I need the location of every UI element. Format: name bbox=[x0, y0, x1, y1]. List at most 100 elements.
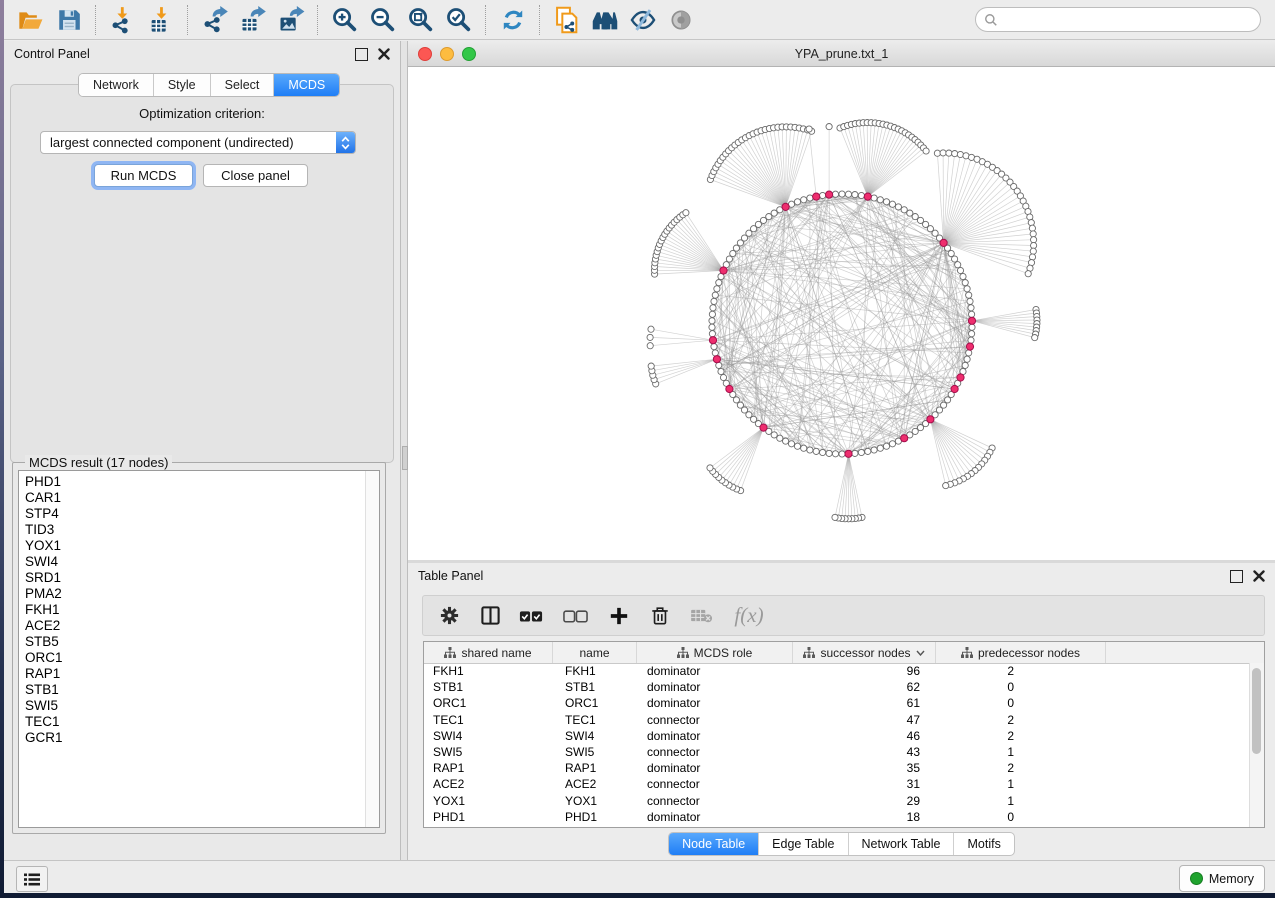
network-leaf-node[interactable] bbox=[647, 334, 653, 340]
mcds-result-item[interactable]: SWI4 bbox=[25, 554, 365, 570]
network-node[interactable] bbox=[883, 199, 889, 205]
mcds-result-scrollbar[interactable] bbox=[365, 471, 379, 827]
mcds-result-item[interactable]: STB5 bbox=[25, 634, 365, 650]
table-row[interactable]: STB1STB1dominator620 bbox=[424, 679, 1250, 695]
network-node[interactable] bbox=[801, 445, 807, 451]
table-cell[interactable]: RAP1 bbox=[553, 761, 637, 775]
network-node[interactable] bbox=[966, 350, 972, 356]
network-node[interactable] bbox=[832, 451, 838, 457]
network-leaf-node[interactable] bbox=[1030, 248, 1036, 254]
network-node[interactable] bbox=[877, 197, 883, 203]
mcds-hub-node[interactable] bbox=[957, 374, 964, 381]
table-scrollbar-thumb[interactable] bbox=[1252, 668, 1261, 754]
tab-style[interactable]: Style bbox=[154, 74, 211, 96]
network-node[interactable] bbox=[709, 311, 715, 317]
network-node[interactable] bbox=[709, 318, 715, 324]
network-node[interactable] bbox=[801, 197, 807, 203]
network-node[interactable] bbox=[967, 298, 973, 304]
tab-select[interactable]: Select bbox=[211, 74, 275, 96]
network-node[interactable] bbox=[966, 292, 972, 298]
table-row[interactable]: PHD1PHD1dominator180 bbox=[424, 809, 1250, 825]
network-node[interactable] bbox=[711, 344, 717, 350]
network-node[interactable] bbox=[852, 192, 858, 198]
table-cell[interactable]: 61 bbox=[793, 696, 936, 710]
table-cell[interactable]: PHD1 bbox=[553, 810, 637, 824]
network-node[interactable] bbox=[877, 445, 883, 451]
network-leaf-node[interactable] bbox=[943, 483, 949, 489]
network-node[interactable] bbox=[955, 262, 961, 268]
float-panel-icon[interactable] bbox=[1230, 570, 1243, 583]
delete-row-trash-icon[interactable] bbox=[648, 604, 672, 628]
export-image-icon[interactable] bbox=[274, 4, 308, 36]
mcds-result-item[interactable]: SWI5 bbox=[25, 698, 365, 714]
network-node[interactable] bbox=[969, 311, 975, 317]
mcds-result-item[interactable]: PMA2 bbox=[25, 586, 365, 602]
network-leaf-node[interactable] bbox=[1030, 231, 1036, 237]
network-canvas[interactable] bbox=[408, 67, 1275, 560]
table-cell[interactable]: 0 bbox=[936, 680, 1106, 694]
binoculars-icon[interactable] bbox=[588, 4, 622, 36]
network-node[interactable] bbox=[901, 207, 907, 213]
column-header-name[interactable]: name bbox=[553, 642, 637, 663]
table-cell[interactable]: 1 bbox=[936, 745, 1106, 759]
network-leaf-node[interactable] bbox=[946, 150, 952, 156]
network-node[interactable] bbox=[969, 331, 975, 337]
network-node[interactable] bbox=[771, 210, 777, 216]
table-cell[interactable]: TEC1 bbox=[424, 713, 553, 727]
table-cell[interactable]: 1 bbox=[936, 794, 1106, 808]
network-window-titlebar[interactable]: YPA_prune.txt_1 bbox=[408, 41, 1275, 67]
network-node[interactable] bbox=[858, 192, 864, 198]
table-cell[interactable]: 35 bbox=[793, 761, 936, 775]
clone-network-icon[interactable] bbox=[550, 4, 584, 36]
tab-edge-table[interactable]: Edge Table bbox=[759, 833, 848, 855]
table-cell[interactable]: 31 bbox=[793, 777, 936, 791]
table-cell[interactable]: dominator bbox=[637, 729, 793, 743]
table-cell[interactable]: ACE2 bbox=[424, 777, 553, 791]
table-cell[interactable]: 18 bbox=[793, 810, 936, 824]
network-node[interactable] bbox=[968, 337, 974, 343]
deselect-all-icon[interactable] bbox=[560, 604, 590, 628]
select-all-icon[interactable] bbox=[519, 604, 543, 628]
network-node[interactable] bbox=[883, 443, 889, 449]
table-cell[interactable]: 2 bbox=[936, 761, 1106, 775]
table-cell[interactable]: SWI4 bbox=[553, 729, 637, 743]
mcds-result-item[interactable]: TID3 bbox=[25, 522, 365, 538]
network-leaf-node[interactable] bbox=[832, 514, 838, 520]
show-all-eye-icon[interactable] bbox=[664, 4, 698, 36]
mcds-hub-node[interactable] bbox=[726, 385, 733, 392]
table-row[interactable]: ACE2ACE2connector311 bbox=[424, 776, 1250, 792]
tab-mcds[interactable]: MCDS bbox=[274, 74, 339, 96]
mcds-result-item[interactable]: PHD1 bbox=[25, 474, 365, 490]
table-cell[interactable]: 47 bbox=[793, 713, 936, 727]
table-cell[interactable]: connector bbox=[637, 794, 793, 808]
tab-motifs[interactable]: Motifs bbox=[954, 833, 1013, 855]
network-node[interactable] bbox=[968, 305, 974, 311]
network-node[interactable] bbox=[788, 441, 794, 447]
network-leaf-node[interactable] bbox=[826, 124, 832, 130]
import-table-icon[interactable] bbox=[144, 4, 178, 36]
table-cell[interactable]: RAP1 bbox=[424, 761, 553, 775]
network-node[interactable] bbox=[820, 449, 826, 455]
criterion-dropdown[interactable]: largest connected component (undirected) bbox=[40, 131, 356, 154]
table-row[interactable]: SWI5SWI5connector431 bbox=[424, 744, 1250, 760]
network-node[interactable] bbox=[871, 447, 877, 453]
table-row[interactable]: ORC1ORC1dominator610 bbox=[424, 695, 1250, 711]
network-node[interactable] bbox=[709, 331, 715, 337]
column-header-MCDS-role[interactable]: MCDS role bbox=[637, 642, 793, 663]
table-cell[interactable]: TEC1 bbox=[553, 713, 637, 727]
table-cell[interactable]: SWI5 bbox=[553, 745, 637, 759]
mcds-hub-node[interactable] bbox=[709, 337, 716, 344]
table-cell[interactable]: dominator bbox=[637, 761, 793, 775]
memory-button[interactable]: Memory bbox=[1179, 865, 1265, 892]
network-node[interactable] bbox=[852, 450, 858, 456]
settings-gear-icon[interactable] bbox=[437, 604, 461, 628]
mcds-result-item[interactable]: CAR1 bbox=[25, 490, 365, 506]
table-row[interactable]: FKH1FKH1dominator962 bbox=[424, 663, 1250, 679]
column-header-predecessor-nodes[interactable]: predecessor nodes bbox=[936, 642, 1106, 663]
close-panel-button[interactable]: Close panel bbox=[203, 164, 308, 187]
network-leaf-node[interactable] bbox=[952, 151, 958, 157]
network-node[interactable] bbox=[720, 374, 726, 380]
mcds-result-item[interactable]: ACE2 bbox=[25, 618, 365, 634]
network-leaf-node[interactable] bbox=[1031, 237, 1037, 243]
table-cell[interactable]: PHD1 bbox=[424, 810, 553, 824]
